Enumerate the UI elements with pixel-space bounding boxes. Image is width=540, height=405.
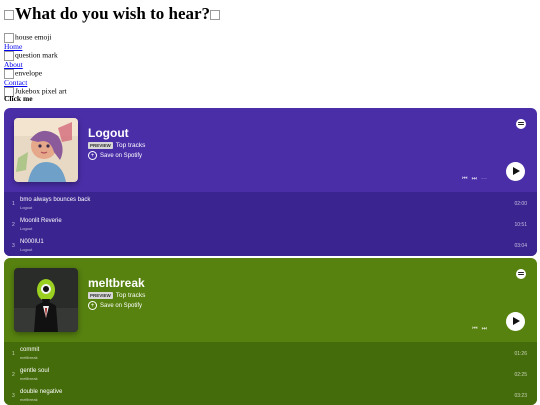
embed-meta: PREVIEW Top tracks: [88, 142, 145, 149]
broken-image-icon: [4, 10, 14, 21]
album-cover-image: [14, 268, 78, 332]
track-row[interactable]: 3 double negative meltbreak 03:23: [4, 384, 537, 405]
track-row[interactable]: 2 gentle soul meltbreak 02:25: [4, 363, 537, 384]
save-on-spotify-button[interactable]: + Save on Spotify: [88, 151, 142, 160]
page-title-text: What do you wish to hear?: [15, 4, 211, 23]
track-row[interactable]: 1 commit meltbreak 01:26: [4, 342, 537, 363]
play-button[interactable]: [506, 312, 525, 331]
embed-header: Logout PREVIEW Top tracks + Save on Spot…: [4, 108, 537, 192]
track-duration: 03:04: [514, 243, 527, 249]
spotify-logo-icon[interactable]: [516, 119, 526, 129]
top-tracks-label: Top tracks: [115, 142, 146, 149]
previous-track-icon[interactable]: ⏮: [462, 176, 471, 182]
save-label: Save on Spotify: [100, 302, 143, 309]
playback-controls: ⏮⏭⋯: [462, 176, 491, 183]
album-cover-image: [14, 118, 78, 182]
save-label: Save on Spotify: [100, 152, 143, 159]
preview-badge: PREVIEW: [88, 142, 113, 149]
broken-image-icon: [210, 10, 221, 21]
plus-circle-icon: +: [88, 301, 97, 310]
next-track-icon[interactable]: ⏭: [472, 176, 481, 182]
track-title: double negative: [20, 389, 63, 395]
more-options-icon[interactable]: ⋯: [481, 176, 491, 182]
spotify-embed-meltbreak: meltbreak PREVIEW Top tracks + Save on S…: [4, 258, 537, 405]
track-artist: Logout: [20, 205, 33, 210]
track-duration: 03:23: [514, 393, 527, 399]
track-number: 3: [12, 393, 15, 399]
page-title: What do you wish to hear?: [4, 4, 221, 24]
artist-name[interactable]: Logout: [88, 126, 129, 140]
track-number: 1: [12, 351, 15, 357]
track-row[interactable]: 3 N000IU1 Logout 03:04: [4, 234, 537, 255]
track-artist: meltbreak: [20, 376, 38, 381]
top-tracks-label: Top tracks: [115, 292, 146, 299]
track-duration: 02:25: [514, 372, 527, 378]
track-title: bmo always bounces back: [20, 197, 91, 203]
click-me-button[interactable]: Click me: [4, 94, 33, 103]
plus-circle-icon: +: [88, 151, 97, 160]
track-title: gentle soul: [20, 368, 50, 374]
track-number: 1: [12, 201, 15, 207]
track-duration: 10:51: [514, 222, 527, 228]
next-track-icon[interactable]: ⏭: [482, 326, 491, 332]
artist-name[interactable]: meltbreak: [88, 276, 145, 290]
play-button[interactable]: [506, 162, 525, 181]
track-number: 3: [12, 243, 15, 249]
playback-controls: ⏮⏭: [472, 326, 491, 333]
track-artist: Logout: [20, 226, 33, 231]
nav-list: house emoji Home question mark About env…: [4, 33, 67, 97]
preview-badge: PREVIEW: [88, 292, 113, 299]
previous-track-icon[interactable]: ⏮: [472, 326, 481, 332]
track-duration: 01:26: [514, 351, 527, 357]
track-duration: 02:00: [514, 201, 527, 207]
track-number: 2: [12, 372, 15, 378]
track-artist: meltbreak: [20, 397, 38, 402]
track-artist: Logout: [20, 247, 33, 252]
track-list: 1 bmo always bounces back Logout 02:00 2…: [4, 192, 537, 256]
track-artist: meltbreak: [20, 355, 38, 360]
track-list: 1 commit meltbreak 01:26 2 gentle soul m…: [4, 342, 537, 405]
save-on-spotify-button[interactable]: + Save on Spotify: [88, 301, 142, 310]
track-title: Moonlit Reverie: [20, 218, 62, 224]
track-title: commit: [20, 347, 40, 353]
track-row[interactable]: 2 Moonlit Reverie Logout 10:51: [4, 213, 537, 234]
track-row[interactable]: 1 bmo always bounces back Logout 02:00: [4, 192, 537, 213]
track-number: 2: [12, 222, 15, 228]
embed-meta: PREVIEW Top tracks: [88, 292, 145, 299]
track-title: N000IU1: [20, 239, 44, 245]
spotify-embed-logout: Logout PREVIEW Top tracks + Save on Spot…: [4, 108, 537, 256]
embed-header: meltbreak PREVIEW Top tracks + Save on S…: [4, 258, 537, 342]
spotify-logo-icon[interactable]: [516, 269, 526, 279]
